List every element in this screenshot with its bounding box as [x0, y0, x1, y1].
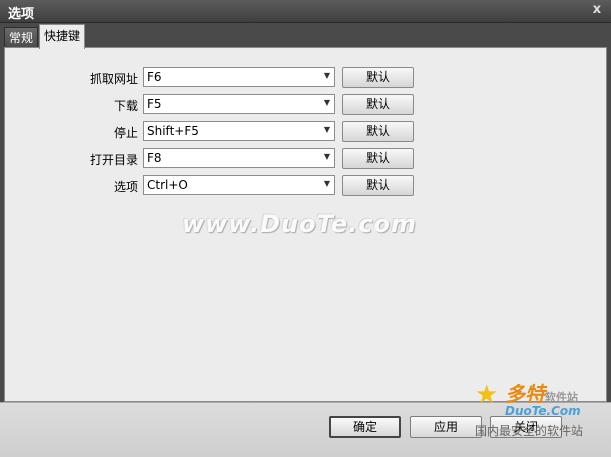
ok-button[interactable]: 确定	[329, 416, 401, 438]
shortcut-select[interactable]: Ctrl+O ▼	[143, 175, 335, 195]
chevron-down-icon[interactable]: ▼	[324, 152, 330, 161]
logo-brand-text: 多特	[505, 382, 545, 406]
logo-slogan: 国内最安全的软件站	[475, 424, 584, 438]
default-button[interactable]: 默认	[342, 175, 414, 196]
star-icon: ★	[475, 380, 499, 410]
default-button[interactable]: 默认	[342, 148, 414, 169]
shortcut-row: 选项 Ctrl+O ▼ 默认	[5, 175, 608, 197]
chevron-down-icon[interactable]: ▼	[324, 125, 330, 134]
logo-brand: 多特软件站	[505, 378, 578, 407]
shortcut-label: 打开目录	[89, 153, 138, 167]
shortcut-select[interactable]: F8 ▼	[143, 148, 335, 168]
shortcut-value: F6	[147, 70, 162, 84]
chevron-down-icon[interactable]: ▼	[324, 71, 330, 80]
tab-shortcuts[interactable]: 快捷键	[39, 24, 86, 49]
shortcut-label: 停止	[113, 126, 138, 140]
shortcut-row: 抓取网址 F6 ▼ 默认	[5, 67, 608, 89]
tab-general[interactable]: 常规	[4, 27, 39, 48]
shortcut-select[interactable]: F5 ▼	[143, 94, 335, 114]
shortcut-select[interactable]: Shift+F5 ▼	[143, 121, 335, 141]
dialog-title: 选项	[8, 7, 35, 22]
shortcut-select[interactable]: F6 ▼	[143, 67, 335, 87]
shortcut-value: Ctrl+O	[147, 178, 188, 192]
chevron-down-icon[interactable]: ▼	[324, 98, 330, 107]
shortcut-value: F5	[147, 97, 162, 111]
tab-strip: 常规 快捷键	[4, 24, 607, 49]
default-button[interactable]: 默认	[342, 67, 414, 88]
shortcut-value: F8	[147, 151, 162, 165]
shortcut-row: 停止 Shift+F5 ▼ 默认	[5, 121, 608, 143]
close-icon[interactable]: x	[589, 2, 605, 18]
shortcut-row: 打开目录 F8 ▼ 默认	[5, 148, 608, 170]
shortcut-value: Shift+F5	[147, 124, 199, 138]
apply-button[interactable]: 应用	[410, 416, 482, 438]
title-bar[interactable]: 选项 x	[0, 0, 611, 23]
default-button[interactable]: 默认	[342, 121, 414, 142]
logo-domain: DuoTe.Com	[505, 404, 581, 418]
shortcut-label: 选项	[113, 180, 138, 194]
logo-brand-suffix: 软件站	[545, 391, 578, 404]
shortcut-row: 下载 F5 ▼ 默认	[5, 94, 608, 116]
watermark-text: www.DuoTe.com	[182, 210, 417, 238]
shortcut-label: 下载	[113, 99, 138, 113]
options-dialog: 选项 x 常规 快捷键 抓取网址 F6 ▼ 默认 下载 F5 ▼ 默认 停止 S…	[0, 0, 611, 457]
chevron-down-icon[interactable]: ▼	[324, 179, 330, 188]
brand-logo: ★ 多特软件站 DuoTe.Com 国内最安全的软件站	[475, 378, 605, 448]
default-button[interactable]: 默认	[342, 94, 414, 115]
shortcut-label: 抓取网址	[89, 72, 138, 86]
